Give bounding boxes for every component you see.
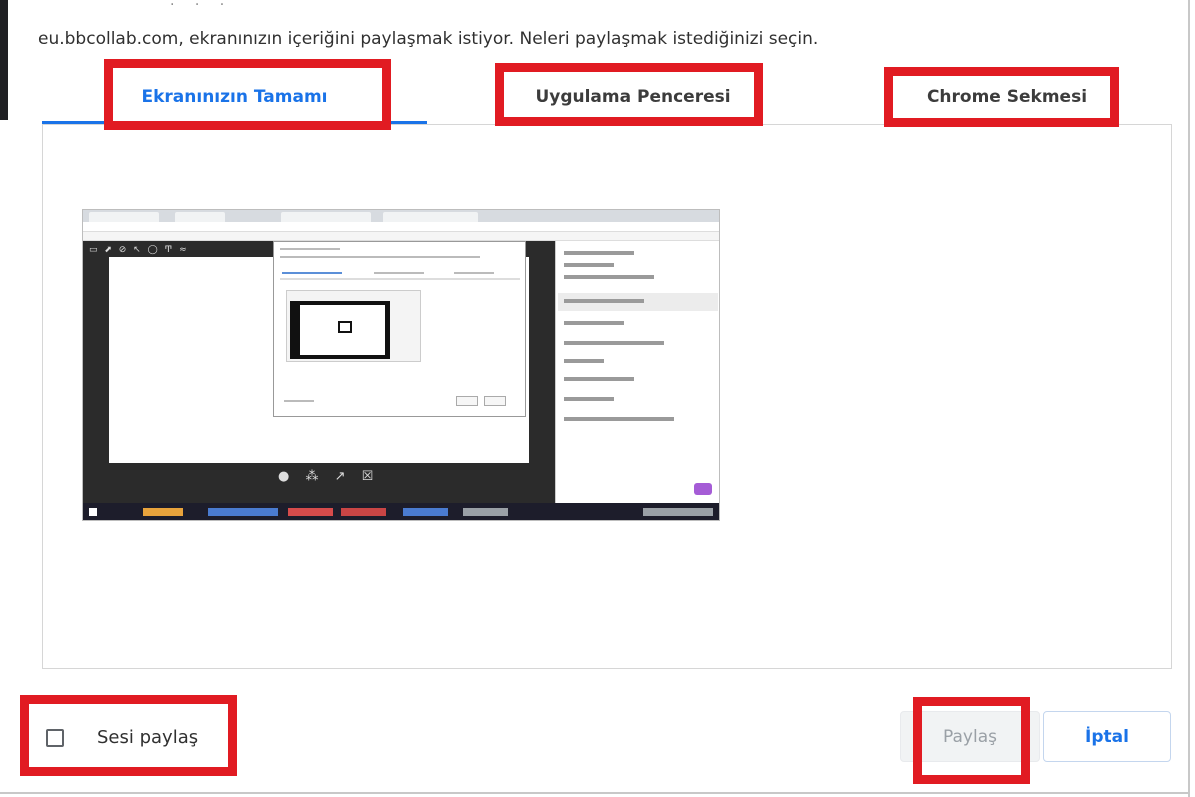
thumbnail-nested-dialog — [273, 241, 526, 417]
window-border-bottom — [0, 792, 1190, 794]
thumbnail-bookmarks-bar — [83, 232, 719, 241]
share-audio-checkbox[interactable] — [46, 729, 64, 747]
thumbnail-taskbar — [83, 503, 719, 520]
share-prompt-text: eu.bbcollab.com, ekranınızın içeriğini p… — [38, 29, 819, 49]
cancel-button[interactable]: İptal — [1043, 711, 1171, 762]
share-button[interactable]: Paylaş — [900, 711, 1040, 762]
share-audio-label[interactable]: Sesi paylaş — [97, 727, 198, 748]
screen-preview-panel: ▭ ⬈ ⊘ ↖ ◯ Ͳ ≈ ● ⁂ ↗ ☒ — [42, 124, 1172, 669]
dialog-footer: Sesi paylaş Paylaş İptal — [0, 690, 1190, 790]
share-source-tabs: Ekranınızın Tamamı Uygulama Penceresi Ch… — [42, 70, 1172, 126]
window-border-right — [1188, 0, 1190, 797]
tab-chrome-tab[interactable]: Chrome Sekmesi — [862, 70, 1152, 123]
cropped-header-fragment: · · · — [170, 0, 233, 13]
thumbnail-browser-tabs — [83, 210, 719, 222]
thumbnail-collab-panel — [555, 241, 719, 503]
tab-entire-screen[interactable]: Ekranınızın Tamamı — [42, 70, 427, 123]
thumbnail-whiteboard-area: ▭ ⬈ ⊘ ↖ ◯ Ͳ ≈ ● ⁂ ↗ ☒ — [83, 241, 555, 503]
thumbnail-address-bar — [83, 222, 719, 232]
window-edge — [0, 0, 8, 120]
tab-application-window[interactable]: Uygulama Penceresi — [468, 70, 798, 123]
screen-thumbnail[interactable]: ▭ ⬈ ⊘ ↖ ◯ Ͳ ≈ ● ⁂ ↗ ☒ — [82, 209, 720, 521]
